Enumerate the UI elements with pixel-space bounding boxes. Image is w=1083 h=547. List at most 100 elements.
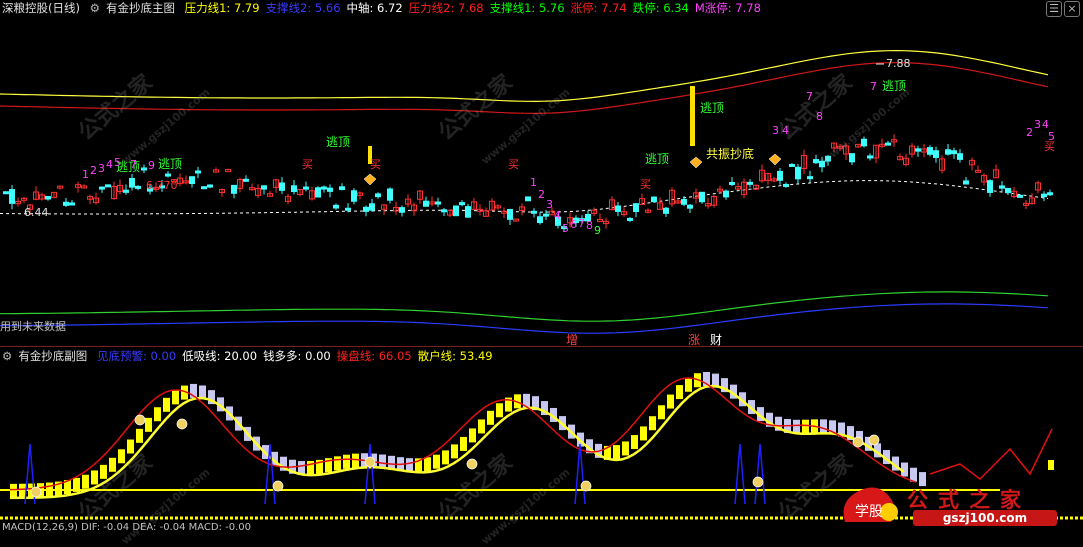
main-candlestick-chart[interactable]: 7.886.446.770逃顶 逃顶逃顶逃顶逃顶逃顶买买买买买共振抄底1 2 3 4 5 7… bbox=[0, 16, 1083, 346]
candle-body bbox=[915, 148, 921, 152]
money-bag-icon bbox=[868, 434, 880, 446]
candle-body bbox=[789, 163, 795, 167]
sub-value-0: 见底预警: 0.00 bbox=[96, 349, 177, 363]
money-bag-icon bbox=[364, 456, 376, 468]
step-bar bbox=[640, 426, 647, 441]
stock-name[interactable]: 深粮控股 bbox=[2, 1, 48, 15]
candle-body bbox=[783, 183, 789, 187]
count-digit: 3 bbox=[1034, 118, 1041, 131]
panel-menu-button[interactable]: ☰ bbox=[1046, 1, 1062, 17]
main-title-bar: 深粮控股(日线) ⚙ 有金抄底主图 压力线1: 7.79 支撑线2: 5.66 中轴:… bbox=[2, 1, 773, 15]
resonance-bottom-label: 共振抄底 bbox=[706, 146, 754, 161]
panel-divider bbox=[0, 346, 1083, 347]
candle-body bbox=[825, 155, 831, 162]
count-digit: 3 bbox=[98, 162, 105, 175]
candle-body bbox=[99, 186, 105, 190]
escape-top-label: 逃顶 bbox=[158, 157, 182, 171]
escape-top-label: 逃顶 bbox=[326, 135, 350, 149]
step-bar bbox=[424, 457, 431, 472]
candle-body bbox=[1017, 194, 1023, 198]
candle-body bbox=[633, 203, 639, 212]
main-indicator-name[interactable]: 有金抄底主图 bbox=[106, 1, 175, 15]
bottom-warning-spike bbox=[754, 443, 766, 505]
step-bar bbox=[622, 441, 629, 456]
step-bar bbox=[343, 454, 350, 469]
candle-body bbox=[363, 206, 369, 212]
candle-body bbox=[9, 189, 15, 204]
sub-indicator-name[interactable]: 有金抄底副图 bbox=[18, 349, 87, 363]
candle-body bbox=[987, 180, 993, 193]
step-bar bbox=[613, 445, 620, 460]
sub-value-3: 操盘线: 66.05 bbox=[336, 349, 412, 363]
logo-url: gszj100.com bbox=[913, 510, 1057, 526]
money-bag-icon bbox=[30, 486, 42, 498]
step-bar bbox=[145, 417, 152, 432]
gear-icon[interactable]: ⚙ bbox=[90, 1, 100, 15]
step-bar bbox=[73, 477, 80, 492]
candle-body bbox=[687, 204, 693, 209]
step-bar bbox=[631, 435, 638, 450]
candle-body bbox=[1041, 193, 1047, 198]
step-bar bbox=[460, 436, 467, 451]
candle-body bbox=[279, 182, 285, 191]
step-bar bbox=[910, 467, 917, 482]
buy-label: 买 bbox=[508, 158, 519, 171]
count-digit: 2 bbox=[1026, 126, 1033, 139]
candle-body bbox=[963, 180, 969, 185]
count-digit: 3 bbox=[546, 198, 553, 211]
candle-body bbox=[729, 181, 735, 185]
candle-body bbox=[315, 187, 321, 198]
candle-body bbox=[663, 207, 669, 214]
step-bar bbox=[118, 449, 125, 464]
count-digit: 9 bbox=[148, 159, 155, 172]
count-digit: 5 bbox=[114, 156, 121, 169]
main-value-3: 压力线2: 7.68 bbox=[408, 1, 484, 15]
step-bar bbox=[172, 390, 179, 405]
step-bar bbox=[163, 397, 170, 412]
sub-value-2: 钱多多: 0.00 bbox=[263, 349, 331, 363]
candle-body bbox=[885, 142, 891, 146]
panel-close-button[interactable]: × bbox=[1064, 1, 1080, 17]
candle-body bbox=[465, 206, 471, 218]
main-value-5: 涨停: 7.74 bbox=[570, 1, 627, 15]
diamond-icon bbox=[689, 156, 703, 169]
count-digit: 5 bbox=[562, 222, 569, 235]
candle-body bbox=[63, 201, 69, 206]
step-bar bbox=[100, 464, 107, 479]
candle-body bbox=[69, 202, 75, 206]
candle-body bbox=[813, 159, 819, 164]
candle-body bbox=[723, 190, 729, 198]
candle-body bbox=[165, 173, 171, 177]
macd-label[interactable]: MACD(12,26,9) DIF: -0.04 DEA: -0.04 MACD… bbox=[2, 522, 251, 533]
candle-body bbox=[135, 185, 141, 189]
high-price-label: 7.88 bbox=[886, 57, 911, 70]
operation-line bbox=[9, 377, 917, 491]
candle-body bbox=[351, 190, 357, 202]
candle-body bbox=[627, 217, 633, 221]
candle-body bbox=[207, 184, 213, 188]
candle-body bbox=[399, 207, 405, 213]
candle-body bbox=[453, 205, 459, 217]
main-value-1: 支撑线2: 5.66 bbox=[265, 1, 341, 15]
count-digit: 2 bbox=[538, 188, 545, 201]
count-digit: 4 bbox=[106, 158, 113, 171]
gear-icon[interactable]: ⚙ bbox=[2, 349, 12, 363]
candle-body bbox=[333, 204, 339, 209]
money-bag-icon bbox=[580, 480, 592, 492]
mid-price-label: 6.770 bbox=[146, 179, 178, 192]
candle-body bbox=[747, 181, 753, 185]
site-logo: 学股 公式之家 gszj100.com bbox=[835, 482, 1075, 528]
main-value-7: M涨停: 7.78 bbox=[694, 1, 761, 15]
step-bar bbox=[469, 428, 476, 443]
period-label[interactable]: (日线) bbox=[48, 1, 80, 15]
candle-body bbox=[189, 176, 195, 185]
bottom-tag: 财 bbox=[710, 333, 722, 346]
count-digit: 3 bbox=[772, 124, 779, 137]
candle-body bbox=[615, 205, 621, 212]
candle-body bbox=[141, 167, 147, 171]
candle-body bbox=[537, 216, 543, 224]
buy-label: 买 bbox=[370, 158, 381, 171]
buy-label: 买 bbox=[640, 178, 651, 191]
bottom-warning-spike bbox=[734, 443, 746, 505]
logo-badge-text: 学股 bbox=[855, 504, 883, 520]
